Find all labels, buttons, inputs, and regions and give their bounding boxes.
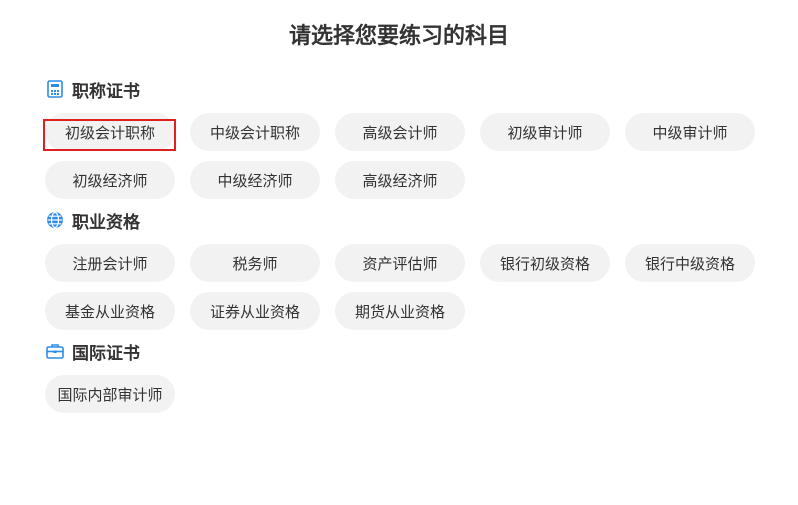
subject-chip[interactable]: 国际内部审计师 — [45, 375, 175, 413]
subject-chip[interactable]: 银行初级资格 — [480, 244, 610, 282]
chip-row: 初级经济师 中级经济师 高级经济师 — [45, 161, 480, 199]
chip-row: 基金从业资格 证券从业资格 期货从业资格 — [45, 292, 480, 330]
subject-chip[interactable]: 高级经济师 — [335, 161, 465, 199]
section-label: 国际证书 — [72, 343, 140, 364]
subject-chip[interactable]: 初级审计师 — [480, 113, 610, 151]
subject-chip[interactable]: 银行中级资格 — [625, 244, 755, 282]
section-label: 职称证书 — [72, 81, 140, 102]
subject-chip[interactable]: 中级会计职称 — [190, 113, 320, 151]
chip-row: 初级会计职称 中级会计职称 高级会计师 初级审计师 中级审计师 — [45, 113, 770, 151]
subject-chip[interactable]: 初级经济师 — [45, 161, 175, 199]
subject-chip[interactable]: 证券从业资格 — [190, 292, 320, 330]
subject-chip[interactable]: 高级会计师 — [335, 113, 465, 151]
subject-chip[interactable]: 中级审计师 — [625, 113, 755, 151]
section-header-vocational-qualifications: 职业资格 — [46, 209, 140, 233]
subject-chip[interactable]: 税务师 — [190, 244, 320, 282]
calculator-icon — [46, 80, 64, 98]
subject-chip[interactable]: 初级会计职称 — [45, 113, 175, 151]
subject-chip[interactable]: 期货从业资格 — [335, 292, 465, 330]
subject-chip[interactable]: 中级经济师 — [190, 161, 320, 199]
chip-row: 国际内部审计师 — [45, 375, 190, 413]
subject-chip[interactable]: 基金从业资格 — [45, 292, 175, 330]
briefcase-icon — [46, 342, 64, 360]
subject-chip[interactable]: 资产评估师 — [335, 244, 465, 282]
section-header-international-certificates: 国际证书 — [46, 340, 140, 364]
section-label: 职业资格 — [72, 212, 140, 233]
chip-row: 注册会计师 税务师 资产评估师 银行初级资格 银行中级资格 — [45, 244, 770, 282]
globe-icon — [46, 211, 64, 229]
page-title: 请选择您要练习的科目 — [288, 24, 509, 49]
section-header-professional-titles: 职称证书 — [46, 78, 140, 102]
subject-chip[interactable]: 注册会计师 — [45, 244, 175, 282]
